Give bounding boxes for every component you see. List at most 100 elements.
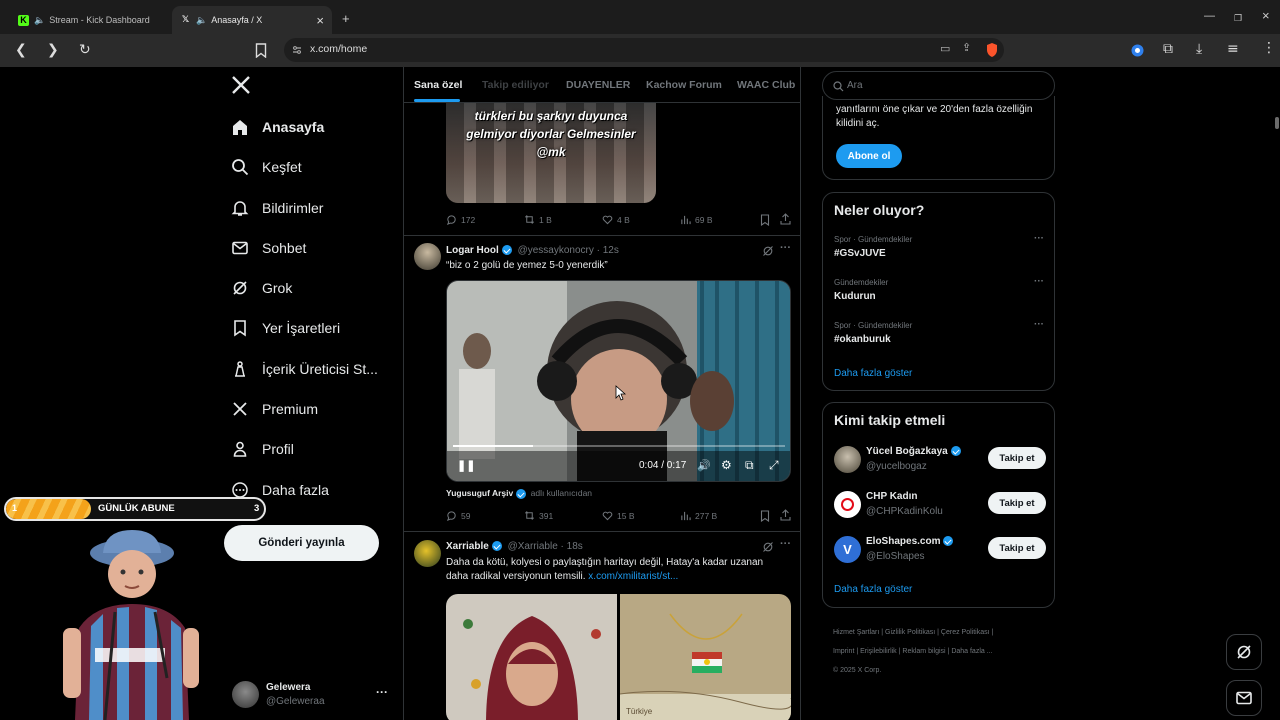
sidebar-item-messages[interactable]: Sohbet <box>231 233 306 263</box>
site-info-icon[interactable] <box>292 45 302 55</box>
follow-button[interactable]: Takip et <box>988 537 1046 559</box>
video-seek-bar[interactable] <box>453 445 785 447</box>
menu-icon[interactable]: ⋮ <box>1262 40 1276 56</box>
sidebar-item-premium[interactable]: Premium <box>231 394 318 424</box>
forward-icon[interactable]: ❯ <box>47 42 59 58</box>
minimize-icon[interactable]: — <box>1204 10 1215 22</box>
post-xarriable[interactable]: Xarriable @Xarriable · 18s ··· Daha da k… <box>404 532 800 720</box>
pause-icon[interactable]: ❚❚ <box>457 459 475 472</box>
post-media-grid[interactable]: Türkiye <box>446 594 791 720</box>
post-video[interactable]: ❚❚ 0:04 / 0:17 🔊 ⚙ ⧉ ⤢ <box>446 280 791 482</box>
trend-more-icon[interactable]: ··· <box>1034 276 1044 287</box>
follow-suggestion[interactable]: Yücel Boğazkaya @yucelbogaz Takip et <box>823 443 1056 483</box>
footer-link[interactable]: Imprint <box>833 648 854 655</box>
sidebar-item-home[interactable]: Anasayfa <box>231 112 324 142</box>
views-button[interactable]: 277 B <box>680 510 717 521</box>
footer-link[interactable]: Hizmet Şartları <box>833 629 879 636</box>
author-handle[interactable]: @Xarriable <box>508 541 558 552</box>
grok-icon[interactable] <box>762 245 774 257</box>
tab-kick-dashboard[interactable]: K 🔈 Stream - Kick Dashboard <box>10 6 168 34</box>
follow-suggestion[interactable]: CHP Kadın @CHPKadinKolu Takip et <box>823 488 1056 528</box>
share-icon[interactable]: ⇪ <box>962 41 971 54</box>
popout-icon[interactable]: ⧉ <box>745 458 754 473</box>
subscribe-button[interactable]: Abone ol <box>836 144 902 168</box>
account-more-icon[interactable]: ··· <box>376 685 388 699</box>
footer-link[interactable]: Erişilebilirlik <box>860 648 897 655</box>
back-icon[interactable]: ❮ <box>15 42 27 58</box>
footer-link[interactable]: Daha fazla ... <box>951 648 992 655</box>
footer-link[interactable]: Gizlilik Politikası <box>885 629 935 636</box>
tab-waac-club[interactable]: WAAC Club <box>737 79 795 91</box>
x-logo[interactable] <box>231 75 251 100</box>
sidebar-item-explore[interactable]: Keşfet <box>231 152 302 182</box>
grok-float-button[interactable] <box>1226 634 1262 670</box>
like-button[interactable]: 4 B <box>602 214 630 225</box>
share-icon[interactable] <box>780 509 791 521</box>
brave-shield-icon[interactable] <box>985 42 999 58</box>
reply-button[interactable]: 59 <box>446 510 470 521</box>
share-icon[interactable] <box>780 213 791 225</box>
post-link[interactable]: x.com/xmilitarist/st... <box>588 571 678 582</box>
settings-icon[interactable]: ⚙ <box>721 458 732 472</box>
avatar[interactable] <box>414 243 441 270</box>
bookmark-icon[interactable] <box>760 214 770 226</box>
avatar[interactable] <box>414 540 441 567</box>
follow-suggestion[interactable]: V EloShapes.com @EloShapes Takip et <box>823 533 1056 573</box>
show-more-link[interactable]: Daha fazla göster <box>834 368 912 379</box>
avatar[interactable] <box>834 446 861 473</box>
tab-for-you[interactable]: Sana özel <box>414 79 462 91</box>
sidebar-item-grok[interactable]: Grok <box>231 273 292 303</box>
download-icon[interactable]: ⤓ <box>1196 41 1202 57</box>
reply-button[interactable]: 172 <box>446 214 475 225</box>
address-bar[interactable]: x.com/home ▭ ⇪ <box>284 38 1004 62</box>
playlist-icon[interactable]: ≡ <box>1227 41 1239 57</box>
show-more-link[interactable]: Daha fazla göster <box>834 584 912 595</box>
repost-button[interactable]: 391 <box>524 510 553 521</box>
scrollbar-thumb[interactable] <box>1275 117 1279 129</box>
sidebar-item-creator-studio[interactable]: İçerik Üreticisi St... <box>231 354 378 384</box>
post-more-icon[interactable]: ··· <box>780 538 791 550</box>
tab-kachow-forum[interactable]: Kachow Forum <box>646 79 722 91</box>
bookmark-page-icon[interactable] <box>255 43 267 58</box>
post-time[interactable]: 12s <box>603 245 619 256</box>
author-name[interactable]: Xarriable <box>446 541 489 552</box>
grok-icon[interactable] <box>762 541 774 553</box>
close-tab-icon[interactable]: × <box>316 13 324 28</box>
like-button[interactable]: 15 B <box>602 510 635 521</box>
account-switcher[interactable]: Gelewera @Geleweraa ··· <box>230 677 390 713</box>
post-logar-hool[interactable]: Logar Hool @yessaykonocry · 12s ··· “biz… <box>404 236 800 530</box>
sidebar-item-notifications[interactable]: Bildirimler <box>231 193 323 223</box>
tab-x-home[interactable]: 𝕏 🔈 Anasayfa / X × <box>172 6 332 34</box>
author-handle[interactable]: @yessaykonocry <box>518 245 594 256</box>
avatar[interactable] <box>834 491 861 518</box>
close-window-icon[interactable]: × <box>1262 8 1270 23</box>
author-name[interactable]: Logar Hool <box>446 245 499 256</box>
sidebar-item-bookmarks[interactable]: Yer İşaretleri <box>231 313 340 343</box>
follow-button[interactable]: Takip et <box>988 447 1046 469</box>
tab-duayenler[interactable]: DUAYENLER <box>566 79 630 91</box>
footer-link[interactable]: Reklam bilgisi <box>902 648 945 655</box>
extensions-icon[interactable]: ⧉ <box>1163 41 1173 57</box>
trend-item[interactable]: Spor · Gündemdekiler #okanburuk ··· <box>834 319 1044 345</box>
views-button[interactable]: 69 B <box>680 214 713 225</box>
trend-item[interactable]: Spor · Gündemdekiler #GSvJUVE ··· <box>834 233 1044 259</box>
fullscreen-icon[interactable]: ⤢ <box>769 458 779 473</box>
eloshapes-logo-icon[interactable]: V <box>834 536 861 563</box>
follow-button[interactable]: Takip et <box>988 492 1046 514</box>
trend-more-icon[interactable]: ··· <box>1034 233 1044 244</box>
restore-icon[interactable]: ❐ <box>1234 13 1242 24</box>
messages-float-button[interactable] <box>1226 680 1262 716</box>
sidebar-item-profile[interactable]: Profil <box>231 434 294 464</box>
cast-icon[interactable]: ▭ <box>940 42 950 55</box>
post-more-icon[interactable]: ··· <box>780 242 791 254</box>
repost-button[interactable]: 1 B <box>524 214 552 225</box>
source-name[interactable]: Yugusuguf Arşiv <box>446 488 513 498</box>
post-media-image[interactable]: türkleri bu şarkıyı duyunca gelmiyor diy… <box>446 103 656 203</box>
tab-following[interactable]: Takip ediliyor <box>482 79 549 91</box>
post-button[interactable]: Gönderi yayınla <box>224 525 379 561</box>
volume-icon[interactable]: 🔊 <box>697 459 711 472</box>
extension-blue-icon[interactable] <box>1131 44 1144 57</box>
bookmark-icon[interactable] <box>760 510 770 522</box>
post-time[interactable]: 18s <box>567 541 583 552</box>
reload-icon[interactable]: ↻ <box>79 42 91 58</box>
